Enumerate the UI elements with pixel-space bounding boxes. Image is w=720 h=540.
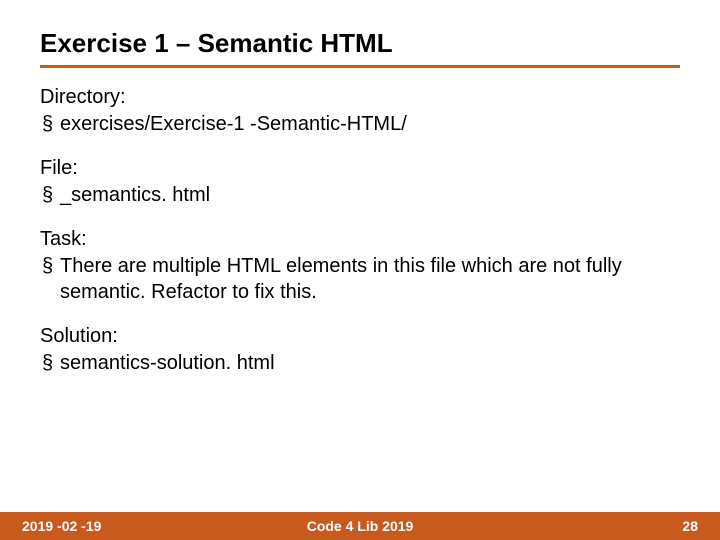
bullet-icon: § (42, 182, 60, 208)
directory-section: Directory: § exercises/Exercise-1 -Seman… (40, 86, 680, 137)
task-text: There are multiple HTML elements in this… (60, 253, 680, 305)
bullet-icon: § (42, 350, 60, 376)
footer-date: 2019 -02 -19 (22, 518, 101, 534)
slide: Exercise 1 – Semantic HTML Directory: § … (0, 0, 720, 540)
solution-text: semantics-solution. html (60, 350, 680, 376)
bullet-icon: § (42, 111, 60, 137)
directory-label: Directory: (40, 86, 680, 109)
footer-title: Code 4 Lib 2019 (307, 518, 414, 534)
slide-footer: 2019 -02 -19 Code 4 Lib 2019 28 (0, 512, 720, 540)
solution-bullet-line: § semantics-solution. html (40, 350, 680, 376)
bullet-icon: § (42, 253, 60, 279)
slide-title: Exercise 1 – Semantic HTML (40, 28, 680, 68)
file-text: _semantics. html (60, 182, 680, 208)
file-label: File: (40, 157, 680, 180)
task-section: Task: § There are multiple HTML elements… (40, 228, 680, 305)
file-bullet-line: § _semantics. html (40, 182, 680, 208)
file-section: File: § _semantics. html (40, 157, 680, 208)
directory-bullet-line: § exercises/Exercise-1 -Semantic-HTML/ (40, 111, 680, 137)
solution-label: Solution: (40, 325, 680, 348)
task-bullet-line: § There are multiple HTML elements in th… (40, 253, 680, 305)
task-label: Task: (40, 228, 680, 251)
footer-page-number: 28 (682, 518, 698, 534)
solution-section: Solution: § semantics-solution. html (40, 325, 680, 376)
directory-text: exercises/Exercise-1 -Semantic-HTML/ (60, 111, 680, 137)
